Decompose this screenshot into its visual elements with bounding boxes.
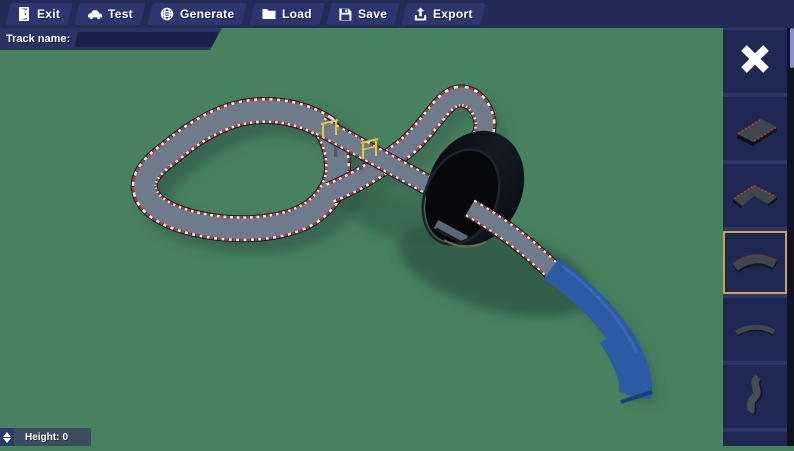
load-label: Load — [281, 7, 312, 21]
viewport-3d[interactable] — [0, 28, 794, 446]
save-button[interactable]: Save — [325, 3, 400, 25]
track-name-bar: Track name: — [0, 28, 222, 50]
upload-icon — [414, 7, 427, 21]
export-label: Export — [432, 7, 473, 21]
piece-straight[interactable] — [723, 97, 787, 160]
arrow-up-icon — [3, 431, 11, 437]
height-control: Height: 0 — [0, 428, 91, 446]
piece-s-curve[interactable] — [723, 365, 787, 428]
straight-track-piece-icon — [727, 104, 783, 153]
height-value: 0 — [62, 431, 69, 443]
generate-button[interactable]: Generate — [147, 3, 248, 25]
close-palette-button[interactable] — [723, 30, 787, 93]
generate-label: Generate — [180, 7, 235, 21]
car-icon — [87, 8, 103, 20]
floppy-icon — [339, 8, 352, 21]
s-curve-track-piece-icon — [727, 372, 783, 421]
palette-scrollbar[interactable] — [787, 28, 794, 446]
height-stepper[interactable] — [0, 428, 14, 446]
toolbar: Exit Test Generate Load Save Export — [0, 0, 794, 28]
wide-curve-track-piece-icon — [727, 171, 783, 220]
load-button[interactable]: Load — [248, 3, 325, 25]
close-icon — [735, 39, 775, 84]
track-name-input[interactable] — [74, 32, 218, 47]
door-icon — [18, 7, 31, 21]
banked-curve-track-piece-icon — [727, 238, 783, 287]
export-button[interactable]: Export — [401, 3, 486, 25]
save-label: Save — [357, 7, 387, 21]
exit-button[interactable]: Exit — [5, 3, 73, 25]
height-label-text: Height: — [25, 431, 60, 443]
height-readout: Height: 0 — [14, 428, 91, 446]
piece-banked-curve[interactable] — [723, 231, 787, 294]
piece-partial[interactable] — [723, 432, 787, 446]
test-button[interactable]: Test — [74, 3, 146, 25]
sphere-icon — [160, 7, 174, 21]
arrow-down-icon — [3, 437, 11, 443]
exit-label: Exit — [37, 7, 61, 21]
small-curve-track-piece-icon — [727, 305, 783, 354]
folder-icon — [262, 8, 276, 20]
piece-wide-curve[interactable] — [723, 164, 787, 227]
track-name-label: Track name: — [6, 33, 71, 45]
palette-scrollbar-thumb[interactable] — [790, 28, 794, 68]
track-piece-palette — [723, 28, 787, 446]
piece-small-curve[interactable] — [723, 298, 787, 361]
test-label: Test — [108, 7, 134, 21]
track-scene — [0, 28, 794, 446]
